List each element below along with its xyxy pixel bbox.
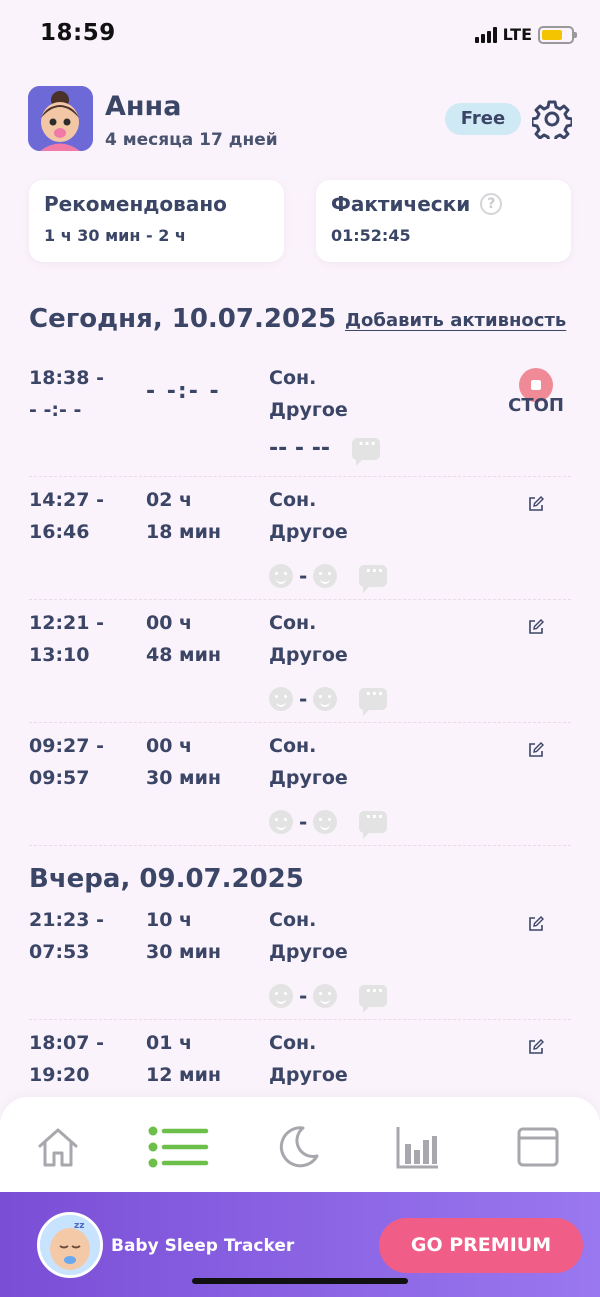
battery-icon (538, 25, 577, 44)
entry-duration: 01 ч 12 мин (146, 1032, 222, 1086)
actual-value: 01:52:45 (331, 226, 411, 245)
section-heading-today: Сегодня, 10.07.2025 (29, 304, 337, 334)
status-time: 18:59 (40, 20, 116, 46)
divider (29, 1019, 571, 1020)
comment-icon[interactable] (359, 561, 388, 593)
list-item[interactable]: 21:23 -07:53 10 ч 30 мин Сон. Другое - (29, 904, 571, 1026)
mood-row: -- - -- (269, 434, 380, 466)
app-logo: zz (37, 1212, 103, 1278)
home-indicator (192, 1278, 408, 1284)
recommended-card: Рекомендовано 1 ч 30 мин - 2 ч (29, 180, 284, 262)
mood-row: - (269, 807, 388, 839)
list-item[interactable]: 09:27 -09:57 00 ч 30 мин Сон. Другое - (29, 730, 571, 852)
moon-icon (279, 1126, 319, 1168)
entry-time: 12:21 -13:10 (29, 612, 104, 666)
mood-face-icon (269, 984, 293, 1008)
add-activity-link[interactable]: Добавить активность (345, 310, 566, 331)
comment-icon[interactable] (359, 981, 388, 1013)
svg-text:zz: zz (74, 1221, 84, 1231)
stop-label[interactable]: СТОП (508, 395, 564, 416)
edit-icon[interactable] (528, 1039, 544, 1055)
comment-icon[interactable] (359, 684, 388, 716)
edit-icon[interactable] (528, 496, 544, 512)
mood-row: - (269, 561, 388, 593)
list-item[interactable]: 12:21 -13:10 00 ч 48 мин Сон. Другое - (29, 607, 571, 729)
entry-type: Сон. Другое (269, 735, 348, 789)
mood-face-icon (313, 984, 338, 1008)
entry-type: Сон. Другое (269, 1032, 348, 1086)
home-icon (38, 1128, 78, 1167)
mood-face-icon (313, 687, 338, 711)
entry-type: Сон. Другое (269, 489, 348, 543)
entry-time: 14:27 -16:46 (29, 489, 104, 543)
entry-duration: 02 ч 18 мин (146, 489, 222, 543)
actual-title: Фактически (331, 192, 471, 216)
section-heading-yesterday: Вчера, 09.07.2025 (29, 864, 304, 894)
entry-type: Сон. Другое (269, 367, 348, 421)
mood-placeholder: -- - -- (269, 436, 330, 461)
signal-icon (474, 26, 497, 43)
entry-time: 21:23 -07:53 (29, 909, 104, 963)
tab-list[interactable] (146, 1117, 210, 1177)
list-icon (148, 1126, 209, 1168)
entry-duration: - -:- - (146, 379, 221, 404)
recommended-value: 1 ч 30 мин - 2 ч (44, 226, 186, 245)
entry-type: Сон. Другое (269, 612, 348, 666)
entry-duration: 00 ч 48 мин (146, 612, 222, 666)
list-item[interactable]: 18:07 -19:20 01 ч 12 мин Сон. Другое (29, 1027, 571, 1097)
edit-icon[interactable] (528, 916, 544, 932)
mood-face-icon (313, 564, 338, 588)
help-icon[interactable]: ? (480, 193, 503, 215)
mood-face-icon (269, 810, 293, 834)
mood-face-icon (313, 810, 338, 834)
entry-type: Сон. Другое (269, 909, 348, 963)
baby-name: Анна (105, 91, 182, 122)
entry-time: 18:07 -19:20 (29, 1032, 104, 1086)
actual-card: Фактически ? 01:52:45 (316, 180, 571, 262)
entry-duration: 00 ч 30 мин (146, 735, 222, 789)
avatar[interactable] (28, 86, 93, 151)
divider (29, 722, 571, 723)
comment-icon[interactable] (351, 434, 380, 466)
comment-icon[interactable] (359, 807, 388, 839)
divider (29, 476, 571, 477)
edit-icon[interactable] (528, 619, 544, 635)
mood-row: - (269, 981, 388, 1013)
entry-duration: 10 ч 30 мин (146, 909, 222, 963)
divider (29, 845, 571, 846)
gear-icon[interactable] (530, 99, 574, 144)
tab-sleep[interactable] (268, 1117, 328, 1177)
plan-badge[interactable]: Free (445, 103, 521, 135)
go-premium-button[interactable]: GO PREMIUM (379, 1218, 583, 1273)
chart-icon (396, 1127, 438, 1169)
recommended-title: Рекомендовано (44, 192, 227, 216)
edit-icon[interactable] (528, 742, 544, 758)
network-label: LTE (502, 25, 532, 44)
entry-time: 09:27 -09:57 (29, 735, 104, 789)
mood-row: - (269, 684, 388, 716)
calendar-icon (517, 1127, 559, 1167)
mood-face-icon (269, 687, 293, 711)
baby-age: 4 месяца 17 дней (105, 130, 278, 150)
status-bar: 18:59 LTE (0, 0, 600, 70)
mood-face-icon (269, 564, 293, 588)
list-item[interactable]: 14:27 -16:46 02 ч 18 мин Сон. Другое - (29, 484, 571, 606)
tab-stats[interactable] (388, 1117, 448, 1177)
tab-home[interactable] (28, 1117, 88, 1177)
profile-header: Анна 4 месяца 17 дней Free (28, 86, 576, 152)
active-entry[interactable]: 18:38 - - -:- - - -:- - Сон. Другое -- -… (29, 362, 571, 484)
premium-app-name: Baby Sleep Tracker (111, 1236, 295, 1256)
tab-bar (0, 1097, 600, 1207)
tab-calendar[interactable] (508, 1117, 568, 1177)
status-indicators: LTE (474, 25, 577, 44)
entry-time: 18:38 - - -:- - (29, 367, 104, 421)
divider (29, 599, 571, 600)
